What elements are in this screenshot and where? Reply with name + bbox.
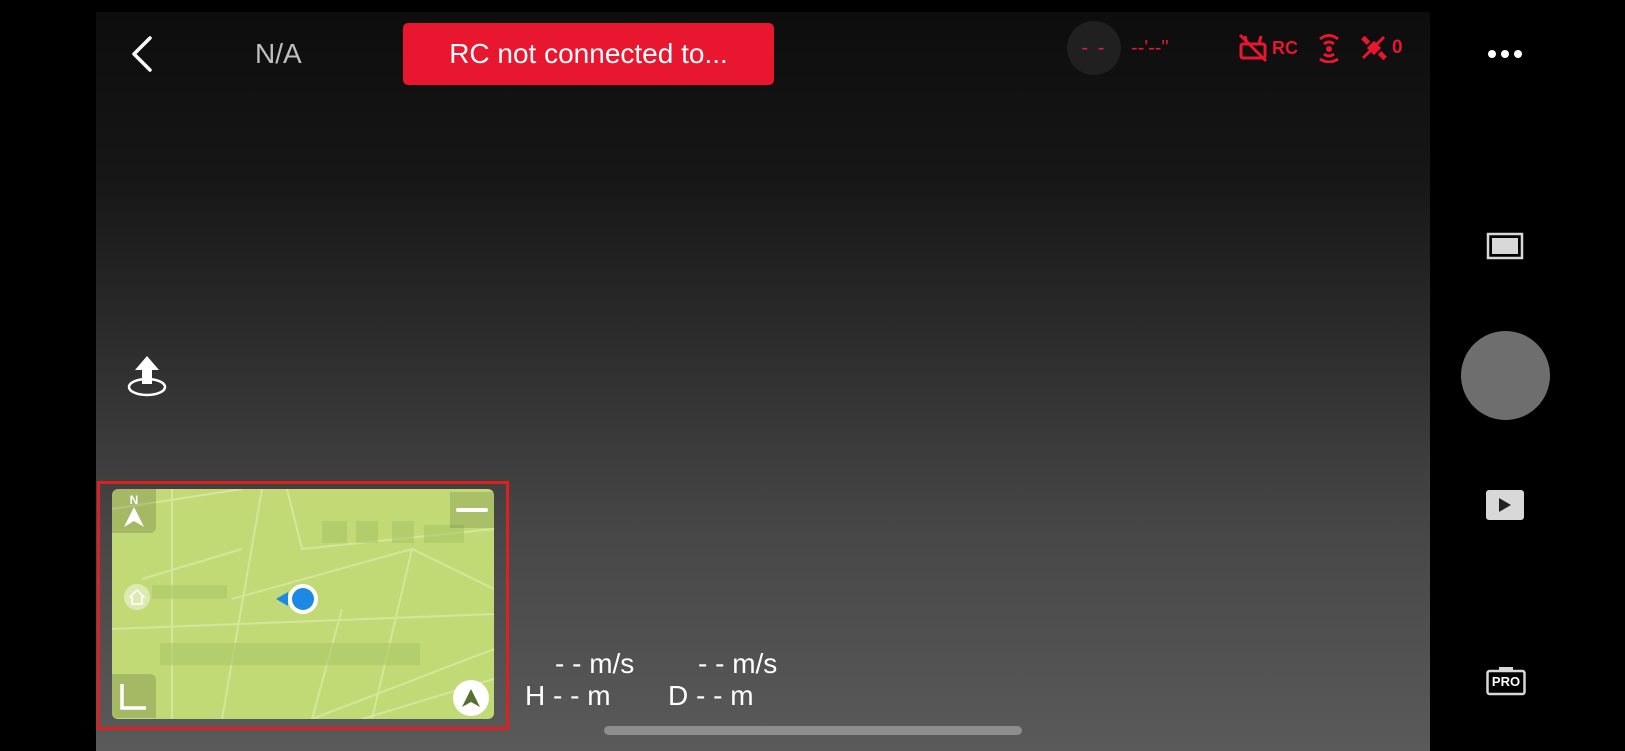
- horizontal-speed: - - m/s: [555, 648, 635, 679]
- chevron-left-icon: [132, 36, 152, 72]
- home-point-icon: [124, 584, 150, 610]
- status-icons-group[interactable]: RC 0: [1238, 30, 1403, 66]
- home-indicator-bar[interactable]: [604, 726, 1022, 735]
- shutter-button[interactable]: [1461, 331, 1550, 420]
- aspect-ratio-icon: [1486, 232, 1524, 260]
- expand-corner-icon: [120, 684, 146, 710]
- map-minimize-button[interactable]: [450, 492, 494, 528]
- north-label: N: [129, 493, 139, 507]
- satellite-count: 0: [1392, 37, 1403, 58]
- north-arrow-icon: [124, 507, 144, 527]
- map-locate-button[interactable]: [453, 680, 489, 716]
- battery-indicator[interactable]: - -: [1067, 21, 1121, 75]
- rc-signal-status[interactable]: RC: [1238, 33, 1298, 63]
- vertical-speed: - - m/s: [698, 648, 778, 679]
- rc-label: RC: [1272, 37, 1298, 58]
- drone-position-marker: [288, 584, 318, 614]
- takeoff-icon: [127, 356, 167, 397]
- flight-time-remaining: --'--": [1131, 36, 1169, 59]
- playback-button[interactable]: [1486, 490, 1524, 520]
- more-menu-button[interactable]: [1488, 40, 1522, 68]
- height-readout: H - - m: [525, 680, 611, 711]
- heading-arrow: [276, 592, 288, 606]
- more-dot: [1514, 50, 1522, 58]
- play-icon: [1499, 498, 1511, 512]
- back-button[interactable]: [125, 32, 159, 76]
- flight-mode-label[interactable]: N/A: [255, 34, 335, 74]
- video-signal-icon: [1319, 34, 1339, 63]
- more-dots-icon: [1488, 50, 1496, 58]
- pro-label: PRO: [1491, 674, 1521, 689]
- home-icon: [129, 589, 145, 605]
- distance-readout: D - - m: [668, 680, 754, 711]
- satellite-disabled-icon: [1361, 35, 1387, 61]
- minimize-icon: [456, 508, 488, 512]
- drone-dot: [292, 588, 314, 610]
- north-indicator: N: [112, 489, 156, 533]
- aspect-ratio-button[interactable]: [1486, 232, 1524, 260]
- left-black-bar: [0, 0, 96, 751]
- rc-disconnected-icon: [1238, 33, 1268, 63]
- pro-mode-button[interactable]: PRO: [1486, 666, 1526, 696]
- drone-heading-icon: [276, 592, 288, 611]
- map-expand-button[interactable]: [112, 674, 156, 718]
- navigation-arrow-icon: [462, 689, 480, 707]
- video-signal-status[interactable]: [1316, 33, 1342, 63]
- rc-warning-banner[interactable]: RC not connected to...: [403, 23, 774, 85]
- gps-status[interactable]: 0: [1360, 34, 1403, 62]
- takeoff-button[interactable]: [124, 354, 170, 398]
- more-dot: [1501, 50, 1509, 58]
